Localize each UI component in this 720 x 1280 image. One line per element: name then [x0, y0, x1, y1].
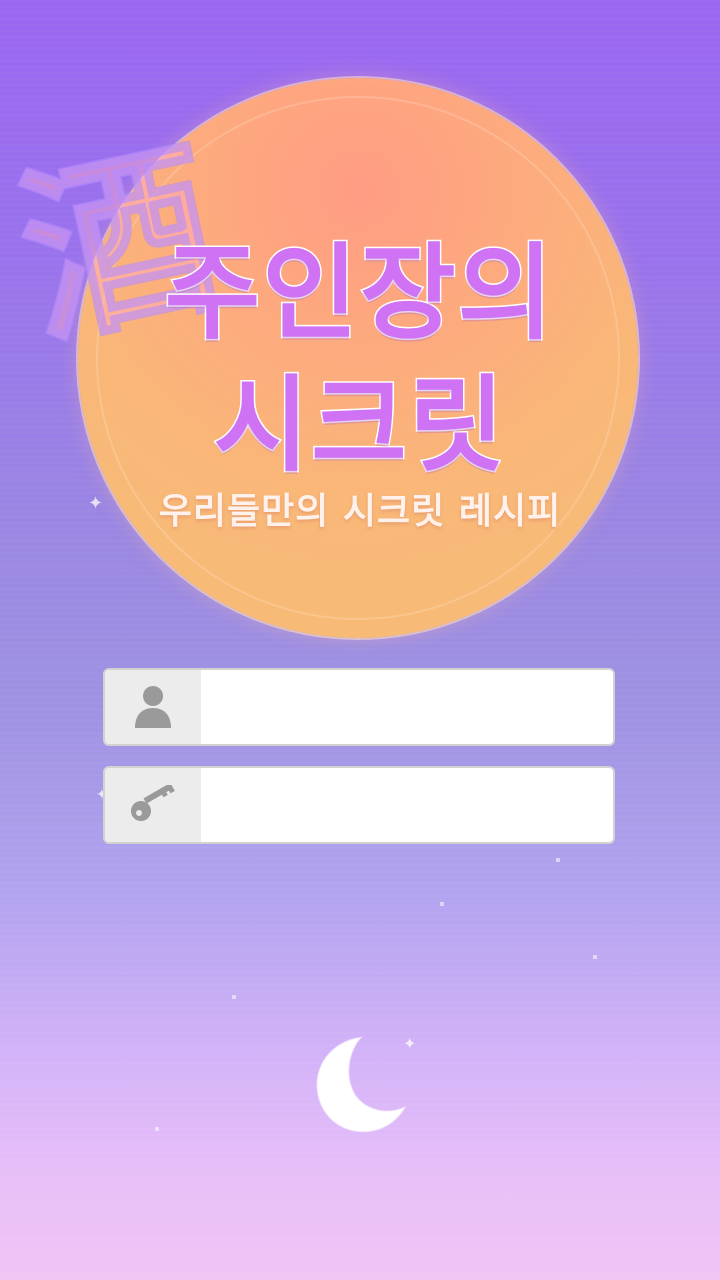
crescent-moon-icon [308, 1030, 408, 1144]
star-dot [440, 902, 444, 906]
password-input[interactable] [201, 768, 613, 842]
app-title-line1: 주인장의 [163, 231, 556, 356]
password-field[interactable] [103, 766, 615, 844]
key-icon [105, 768, 201, 842]
app-subtitle: 우리들만의 시크릿 레시피 [158, 491, 562, 532]
star-dot [556, 858, 560, 862]
user-icon [105, 670, 201, 744]
star-dot [593, 955, 597, 959]
app-title-line2: 시크릿 [212, 363, 507, 488]
username-input[interactable] [201, 670, 613, 744]
star-dot [232, 995, 236, 999]
username-field[interactable] [103, 668, 615, 746]
star-dot [155, 1127, 159, 1131]
